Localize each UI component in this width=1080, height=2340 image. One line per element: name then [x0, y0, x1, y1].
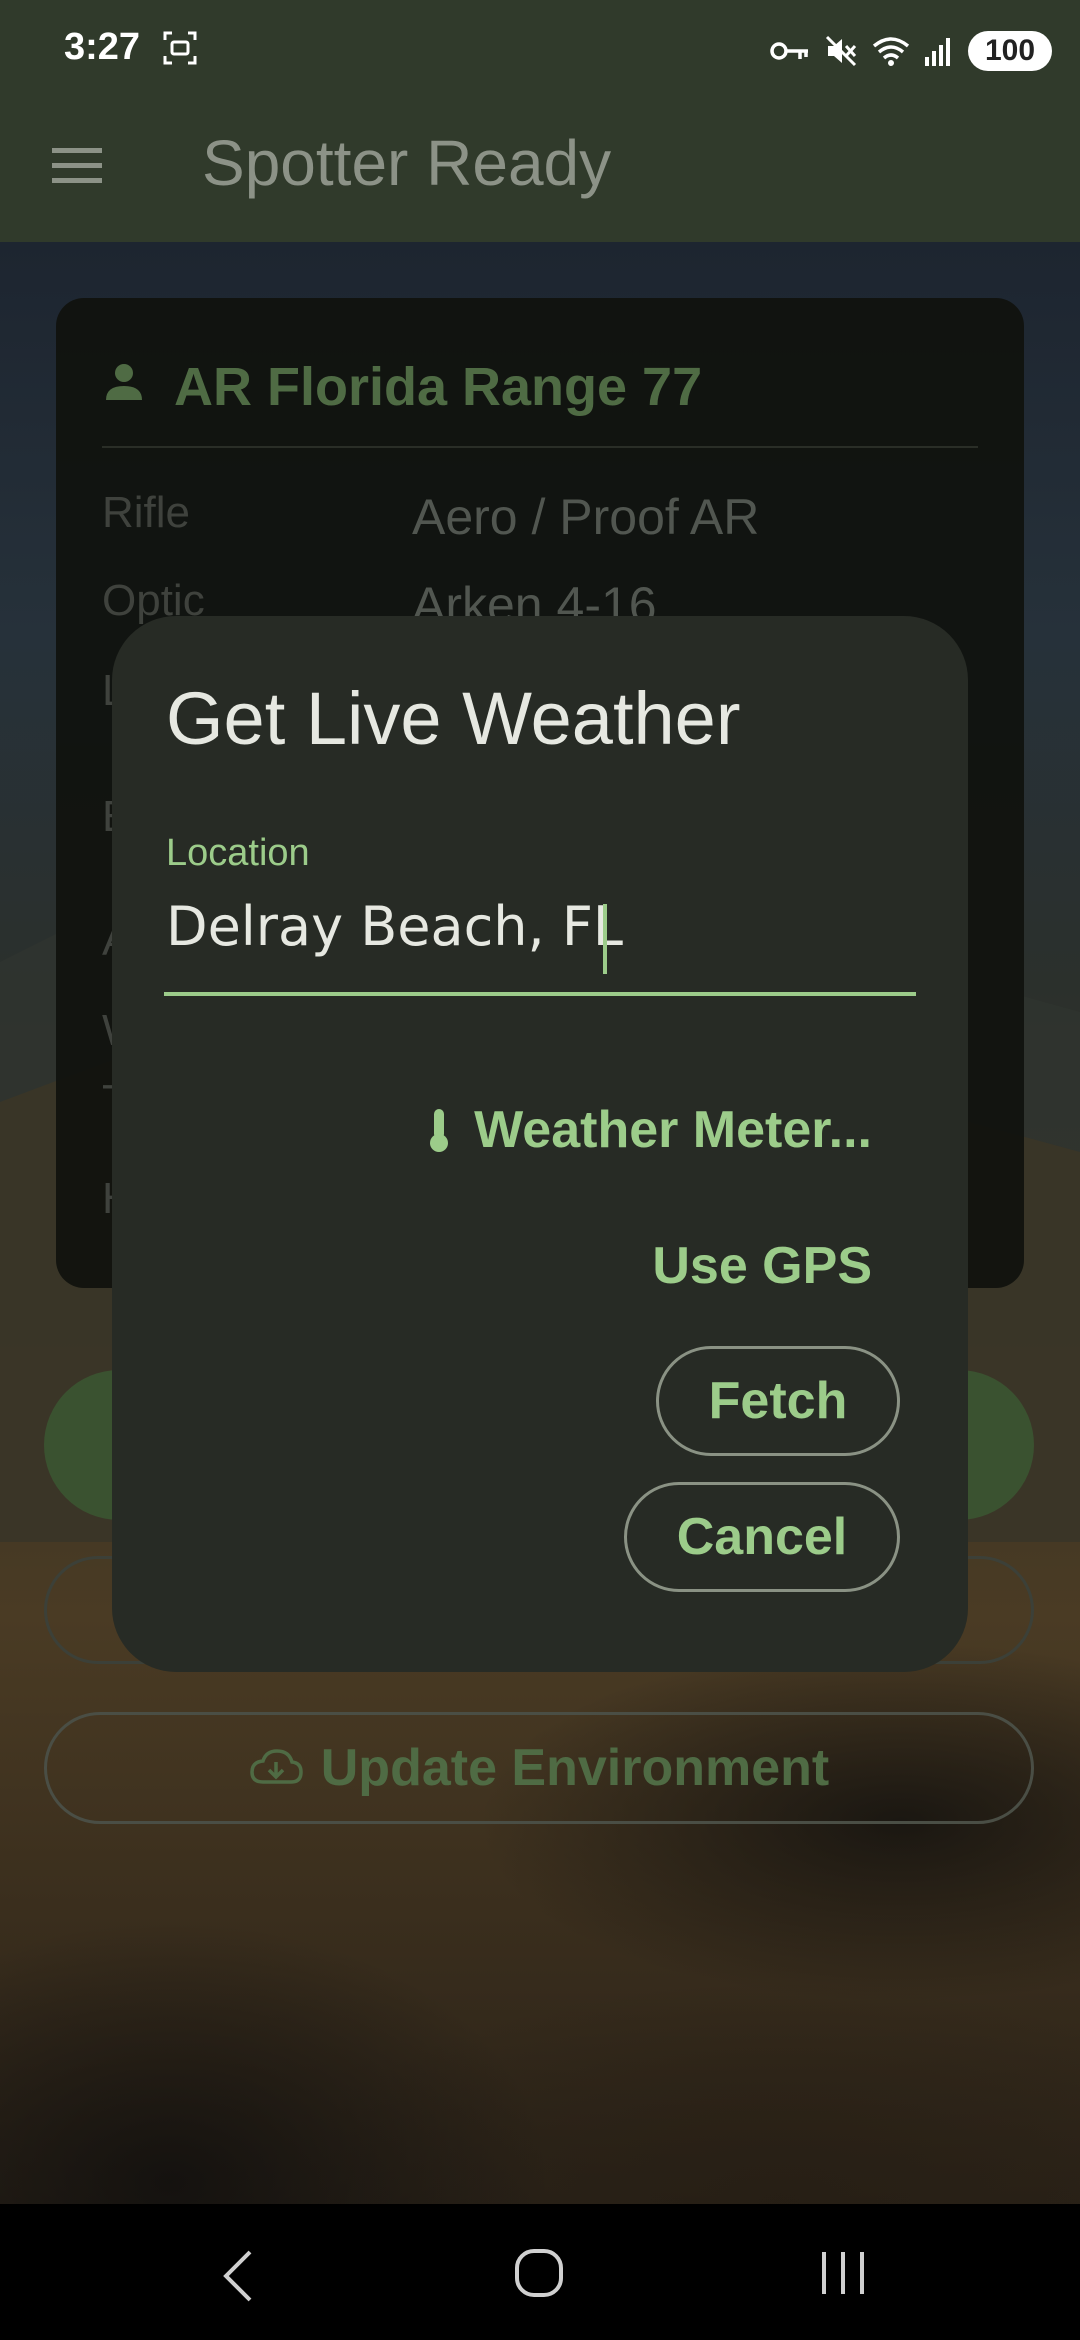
cloud-download-icon — [249, 1749, 303, 1784]
vpn-key-icon — [770, 42, 808, 60]
location-input[interactable] — [166, 884, 918, 968]
system-nav-bar — [0, 2204, 1080, 2340]
wifi-icon — [872, 37, 910, 66]
mute-icon — [825, 35, 857, 67]
weather-meter-label: Weather Meter... — [474, 1101, 872, 1159]
home-icon[interactable] — [514, 2248, 564, 2298]
profile-name: AR Florida Range 77 — [174, 357, 703, 417]
fetch-button[interactable]: Fetch — [656, 1346, 900, 1456]
use-gps-button[interactable]: Use GPS — [652, 1236, 872, 1296]
app-bar: Spotter Ready — [0, 100, 1080, 242]
hamburger-menu-icon[interactable] — [50, 144, 106, 188]
thermometer-icon — [430, 1109, 449, 1152]
screen: 3:27 100 Spotter Ready AR Florida Range … — [0, 0, 1080, 2340]
dialog-title: Get Live Weather — [166, 677, 741, 760]
status-icons: 100 — [770, 26, 1052, 76]
person-icon — [106, 364, 142, 400]
app-title: Spotter Ready — [202, 127, 612, 199]
weather-meter-button[interactable]: Weather Meter... — [426, 1100, 872, 1160]
location-field-underline — [164, 992, 916, 996]
cancel-button[interactable]: Cancel — [624, 1482, 900, 1592]
screenshot-icon — [163, 31, 197, 65]
back-icon[interactable] — [218, 2248, 258, 2304]
status-time: 3:27 — [64, 26, 141, 68]
fetch-label: Fetch — [708, 1372, 848, 1430]
cancel-label: Cancel — [676, 1508, 848, 1566]
signal-icon — [925, 38, 950, 66]
get-live-weather-dialog: Get Live Weather Location Weather Meter.… — [112, 616, 968, 1672]
row-label: Rifle — [102, 488, 191, 537]
row-value: Aero / Proof AR — [412, 489, 760, 545]
update-environment-button[interactable]: Update Environment — [44, 1712, 1034, 1824]
use-gps-label: Use GPS — [652, 1237, 872, 1295]
status-bar: 3:27 100 — [0, 0, 1080, 100]
recent-apps-icon[interactable] — [818, 2250, 868, 2296]
card-divider — [102, 446, 978, 448]
text-caret — [603, 904, 607, 974]
location-field-label: Location — [166, 832, 310, 874]
battery-indicator: 100 — [968, 31, 1052, 71]
update-environment-label: Update Environment — [320, 1739, 830, 1797]
